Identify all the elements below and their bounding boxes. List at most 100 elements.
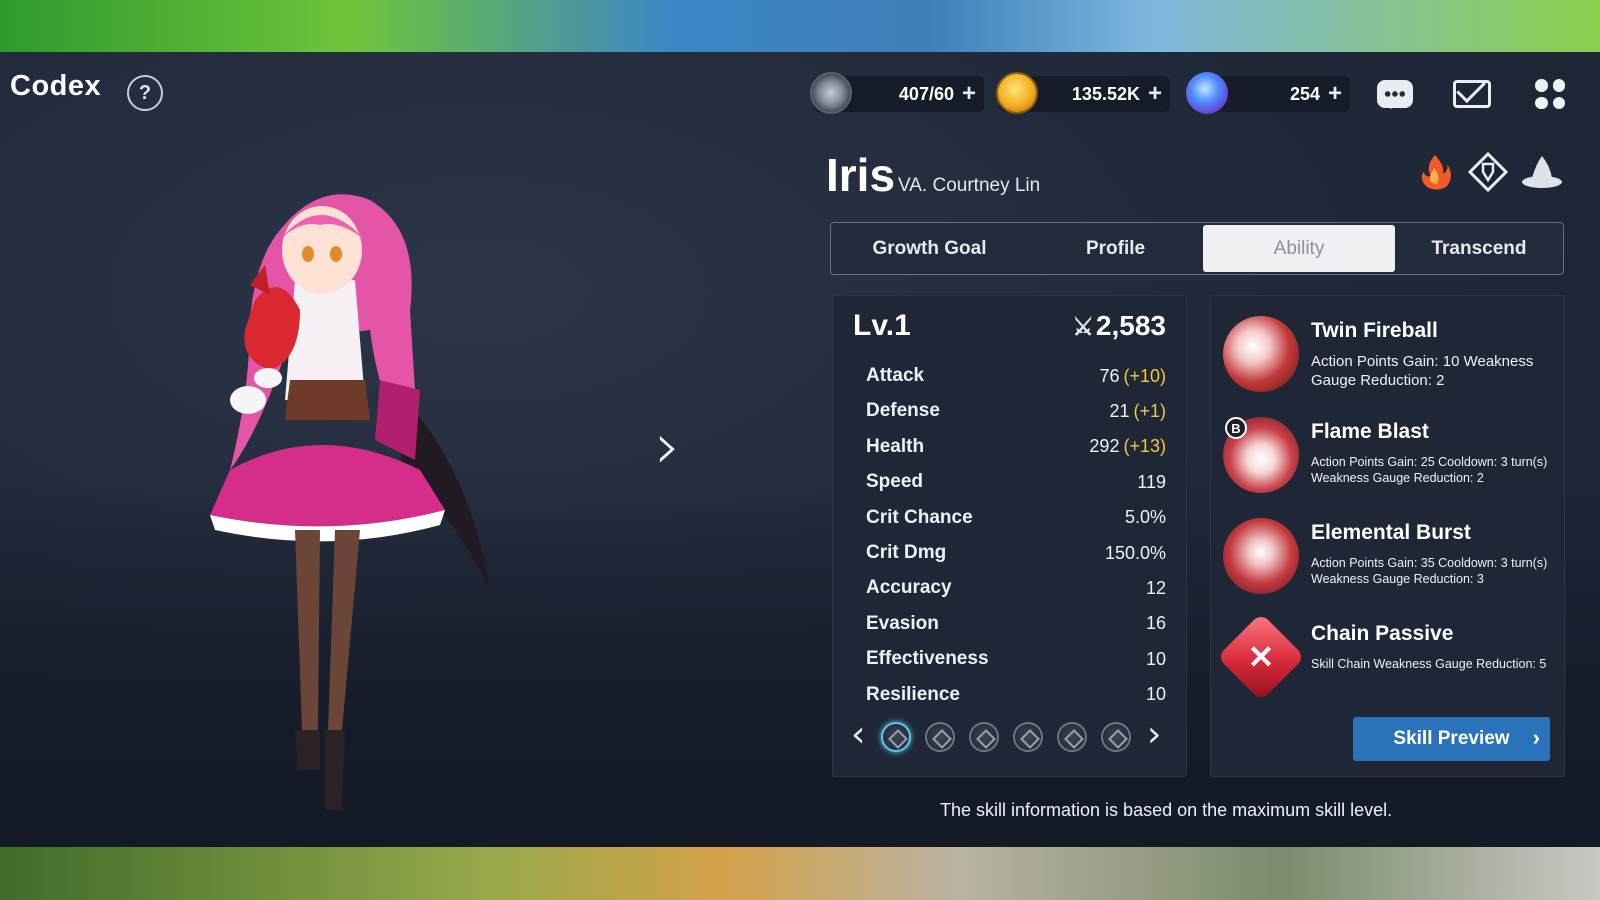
menu-button[interactable] <box>1530 76 1570 112</box>
skill-badge: B <box>1225 417 1247 439</box>
stat-page-dot[interactable] <box>969 722 999 752</box>
stat-row-attack: Attack 76 (+10) <box>866 361 1166 391</box>
stat-name: Attack <box>866 365 925 386</box>
stat-bonus: (+1) <box>1133 400 1166 421</box>
fire-element-icon <box>1415 152 1455 192</box>
tab-ability[interactable]: Ability <box>1203 225 1395 272</box>
chat-icon <box>1377 80 1413 109</box>
question-circle-icon[interactable]: ? <box>127 75 163 111</box>
skill-description: Action Points Gain: 35 Cooldown: 3 turn(… <box>1311 556 1548 586</box>
stamina-add-button[interactable]: + <box>962 82 976 106</box>
stat-row-resilience: Resilience 10 <box>866 680 1166 710</box>
stamina-icon <box>810 72 852 114</box>
tab-profile[interactable]: Profile <box>1028 225 1203 272</box>
elemental-burst-icon[interactable] <box>1223 518 1299 594</box>
stats-panel: Lv.1 ⚔2,583 Attack 76 (+10) Defense 21 (+1) He… <box>832 295 1187 777</box>
skill-preview-button[interactable]: Skill Preview › <box>1353 717 1550 761</box>
skill-name: Flame Blast <box>1311 420 1429 443</box>
stat-value: 150.0% <box>1105 543 1166 564</box>
stat-base-value: 10 <box>1145 684 1166 705</box>
stat-page-dot[interactable] <box>925 722 955 752</box>
skill-level-footnote: The skill information is based on the ma… <box>940 800 1393 820</box>
stat-base-value: 150.0% <box>1104 542 1166 563</box>
window-top-backdrop <box>0 0 1600 52</box>
stat-name: Effectiveness <box>866 648 989 670</box>
stat-row-health: Health 292 (+13) <box>866 432 1166 462</box>
stat-value: 10 <box>1146 684 1166 705</box>
character-level: Lv.1 <box>853 309 911 342</box>
stat-row-crit-dmg: Crit Dmg 150.0% <box>866 538 1166 568</box>
stat-name: Health <box>866 435 925 457</box>
crystal-add-button[interactable]: + <box>1328 82 1342 106</box>
resource-crystal: 254 + <box>1186 72 1350 114</box>
stat-row-defense: Defense 21 (+1) <box>866 396 1166 426</box>
stat-page-dot[interactable] <box>1101 722 1131 752</box>
character-name: Iris <box>826 149 896 201</box>
stat-name: Crit Dmg <box>866 542 947 563</box>
stat-page-dot[interactable] <box>881 722 911 752</box>
stat-row-effectiveness: Effectiveness 10 <box>866 644 1166 674</box>
stat-base-value: 5.0% <box>1124 507 1166 528</box>
stat-row-crit-chance: Crit Chance 5.0% <box>866 503 1166 533</box>
stat-value: 21 (+1) <box>1109 401 1166 422</box>
resource-gold: 135.52K + <box>996 72 1170 114</box>
stat-name: Speed <box>866 471 924 493</box>
stat-name: Crit Chance <box>866 506 973 528</box>
combat-power: ⚔2,583 <box>1072 310 1166 342</box>
gold-add-button[interactable]: + <box>1148 82 1162 106</box>
stat-value: 10 <box>1146 649 1166 670</box>
stat-bonus: (+13) <box>1123 436 1166 457</box>
crystal-value: 254 <box>1289 83 1320 104</box>
tab-growth-goal[interactable]: Growth Goal <box>831 225 1028 272</box>
stat-name: Resilience <box>866 683 960 705</box>
skill-name: Elemental Burst <box>1311 521 1471 544</box>
stat-value: 16 <box>1146 613 1166 634</box>
menu-grid-icon <box>1535 79 1565 109</box>
gold-value: 135.52K <box>1071 83 1140 104</box>
crossed-swords-icon: ⚔ <box>1072 314 1094 341</box>
skills-panel: Twin Fireball Action Points Gain: 10 Wea… <box>1210 295 1565 777</box>
stat-page-dot[interactable] <box>1013 722 1043 752</box>
resource-stamina: 407/60 + <box>810 72 984 114</box>
stat-value: 76 (+10) <box>1099 366 1166 387</box>
chevron-left-icon[interactable]: ‹ <box>851 714 865 755</box>
next-character-button[interactable]: › <box>655 415 681 479</box>
crossed-chain-icon: ✕ <box>1247 639 1275 675</box>
stat-value: 292 (+13) <box>1089 436 1166 457</box>
chevron-right-icon[interactable]: › <box>1147 714 1161 755</box>
stat-page-nav: ‹ › <box>851 714 1171 758</box>
skill-description: Action Points Gain: 10 Weakness Gauge Re… <box>1311 353 1534 389</box>
stat-base-value: 119 <box>1137 471 1166 492</box>
stat-base-value: 76 <box>1099 365 1120 386</box>
tab-bar: Growth Goal Profile Ability Transcend <box>830 222 1564 275</box>
stat-name: Accuracy <box>866 577 952 599</box>
stat-value: 12 <box>1146 578 1166 599</box>
skill-description: Skill Chain Weakness Gauge Reduction: 5 <box>1311 657 1547 671</box>
twin-fireball-icon[interactable] <box>1223 316 1299 392</box>
stat-value: 5.0% <box>1125 507 1166 528</box>
combat-power-value: 2,583 <box>1095 310 1166 341</box>
stamina-value: 407/60 <box>898 83 954 104</box>
skill-name: Twin Fireball <box>1311 319 1438 342</box>
stat-page-dot[interactable] <box>1057 722 1087 752</box>
stat-name: Evasion <box>866 612 939 634</box>
stat-value: 119 <box>1137 472 1166 493</box>
chat-button[interactable] <box>1375 76 1415 112</box>
skill-preview-label: Skill Preview <box>1393 728 1510 749</box>
gold-coin-icon <box>996 72 1038 114</box>
page-title: Codex <box>10 70 102 102</box>
stat-base-value: 292 <box>1089 436 1120 457</box>
chevron-right-icon: › <box>1532 725 1540 750</box>
window-bottom-backdrop <box>0 847 1600 900</box>
mail-button[interactable] <box>1452 76 1492 112</box>
witch-hat-icon <box>1520 152 1562 192</box>
stat-row-accuracy: Accuracy 12 <box>866 573 1166 603</box>
stat-base-value: 12 <box>1145 577 1166 598</box>
class-diamond-icon <box>1467 151 1509 193</box>
stat-base-value: 21 <box>1109 400 1130 421</box>
stat-base-value: 16 <box>1145 613 1166 634</box>
stat-row-evasion: Evasion 16 <box>866 609 1166 639</box>
mail-icon <box>1453 80 1491 108</box>
skill-name: Chain Passive <box>1311 622 1454 645</box>
tab-transcend[interactable]: Transcend <box>1395 225 1563 272</box>
